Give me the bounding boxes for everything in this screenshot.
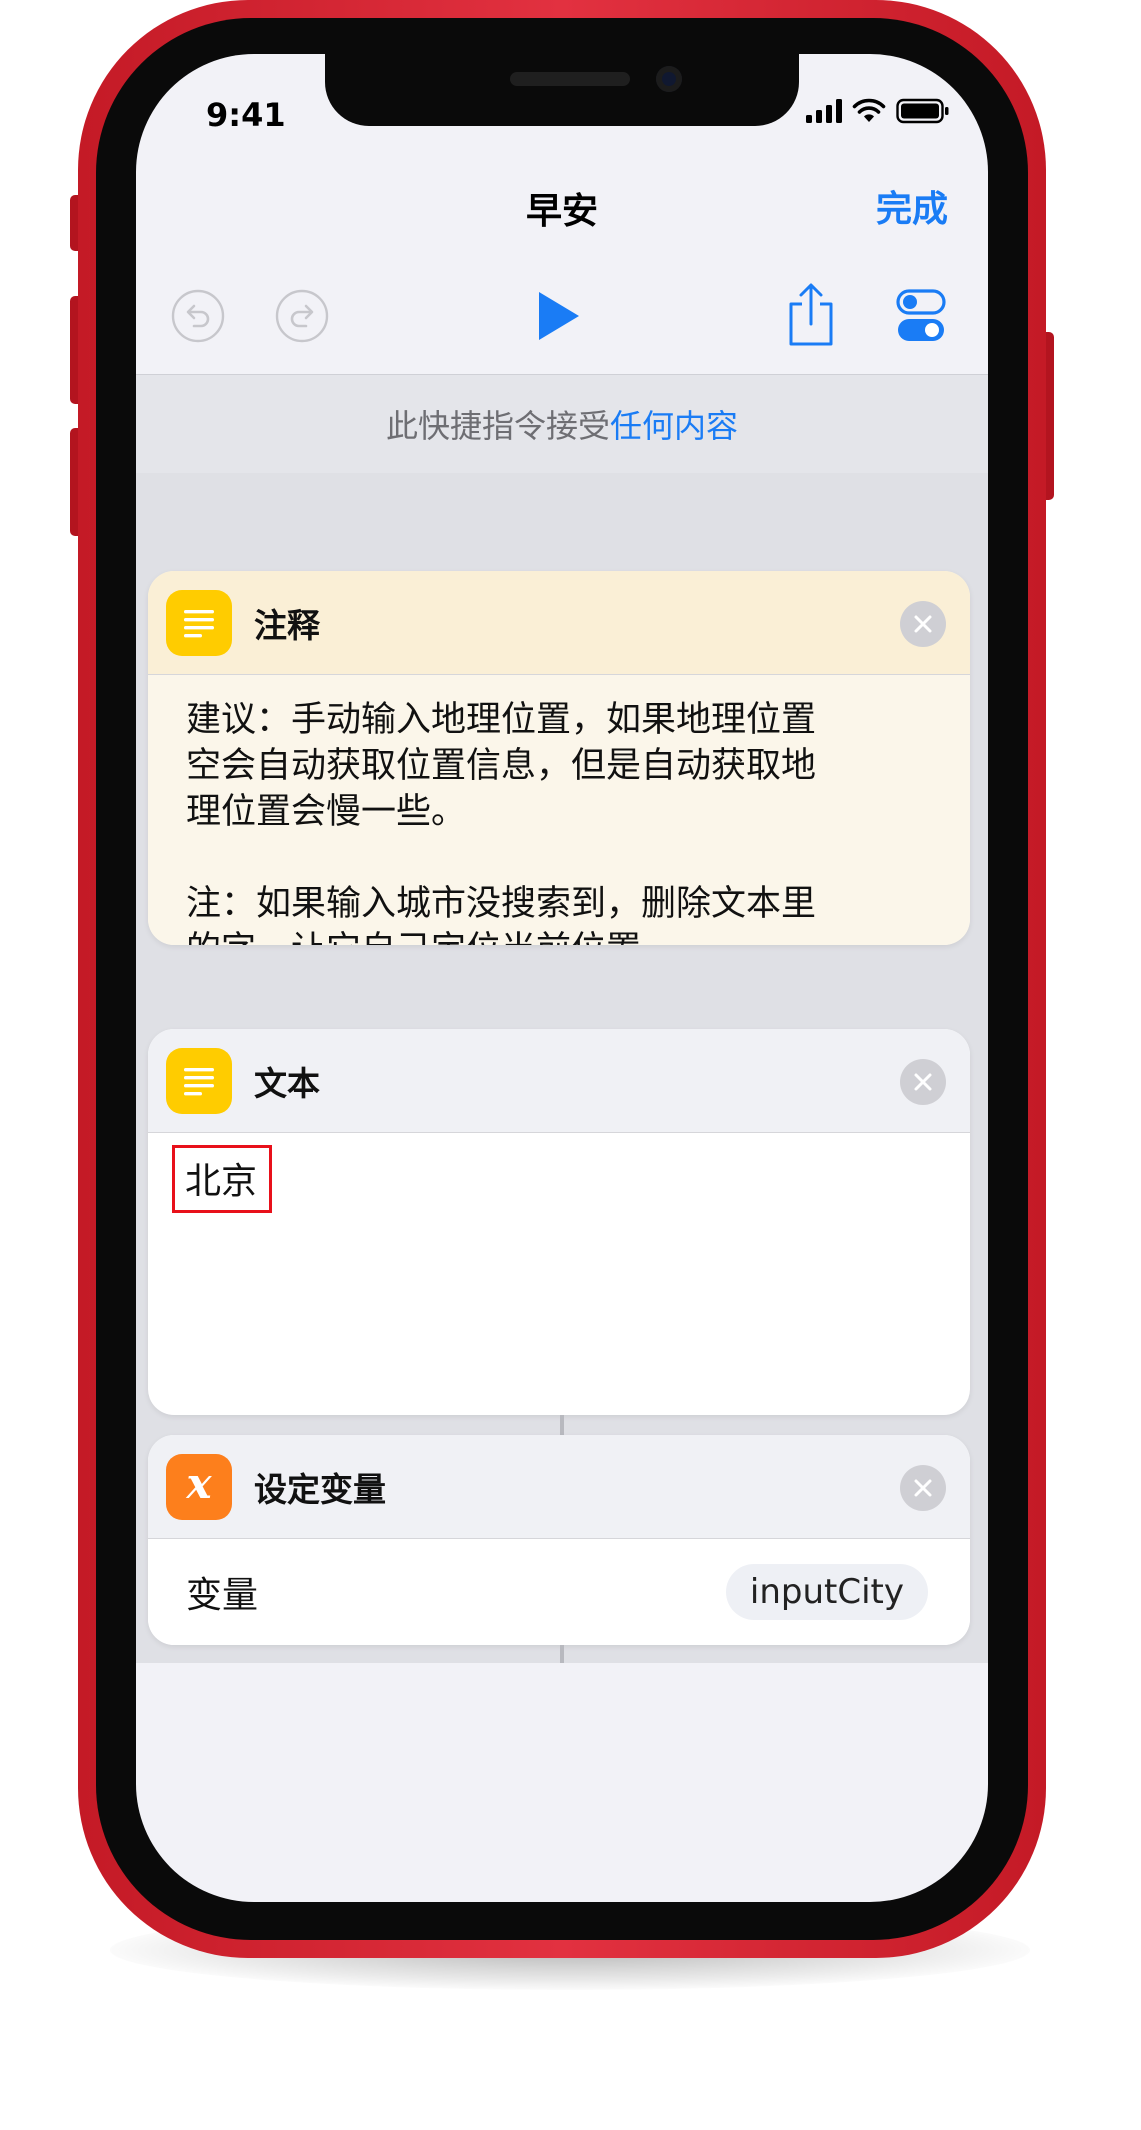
comment-line: 理位置会慢一些。	[186, 792, 467, 832]
remove-action-button[interactable]	[900, 601, 946, 647]
action-connector	[560, 1415, 564, 1435]
actions-canvas: 注释 建议：手动输入地理位置，如果地理位置 空会自动获取位置信息，但是自动获取地…	[136, 473, 988, 1663]
variable-row: 变量 inputCity	[148, 1539, 970, 1645]
variable-name-field[interactable]: inputCity	[725, 1564, 928, 1620]
comment-line: 注：如果输入城市没搜索到，删除文本里	[186, 884, 817, 924]
speaker-grille	[510, 72, 630, 86]
accept-type-link[interactable]: 任何内容	[610, 401, 738, 447]
comment-line: 空会自动获取位置信息，但是自动获取地	[186, 746, 817, 786]
notes-icon	[166, 589, 232, 656]
variable-glyph: x	[186, 1459, 212, 1508]
text-input-value[interactable]: 北京	[172, 1145, 273, 1213]
remove-action-button[interactable]	[900, 1465, 946, 1511]
wifi-icon	[852, 98, 886, 122]
status-time: 9:41	[206, 96, 286, 134]
remove-action-button[interactable]	[900, 1059, 946, 1105]
phone-frame: 9:41 早安 完成 此快捷指令接受 任何内容 注释 建议：手动输入地理位置，如…	[78, 0, 1046, 1958]
input-accept-bar[interactable]: 此快捷指令接受 任何内容	[136, 374, 988, 474]
variable-label: 变量	[186, 1575, 259, 1616]
undo-icon[interactable]	[170, 288, 226, 344]
accept-prefix: 此快捷指令接受	[385, 407, 610, 445]
redo-icon[interactable]	[274, 288, 330, 344]
action-connector	[560, 1645, 564, 1663]
shortcut-title: 早安	[525, 191, 598, 232]
action-header: 文本	[148, 1029, 970, 1133]
comment-line: 的字，让它自己定位当前位置	[186, 927, 932, 945]
status-icons	[806, 98, 950, 124]
action-title: 注释	[254, 605, 320, 645]
action-header: 注释	[148, 571, 970, 675]
front-camera	[656, 66, 682, 92]
done-button[interactable]: 完成	[876, 180, 948, 232]
action-header: x 设定变量	[148, 1435, 970, 1539]
toggle-settings-icon[interactable]	[896, 288, 946, 344]
play-icon[interactable]	[535, 288, 583, 344]
comment-text[interactable]: 建议：手动输入地理位置，如果地理位置 空会自动获取位置信息，但是自动获取地 理位…	[148, 675, 970, 945]
battery-icon	[896, 98, 949, 124]
signal-icon	[806, 99, 842, 123]
comment-line	[186, 835, 932, 881]
action-card-text[interactable]: 文本 北京	[148, 1029, 970, 1415]
notch	[325, 54, 799, 126]
comment-line: 建议：手动输入地理位置，如果地理位置	[186, 700, 817, 740]
action-card-comment[interactable]: 注释 建议：手动输入地理位置，如果地理位置 空会自动获取位置信息，但是自动获取地…	[148, 571, 970, 945]
close-icon	[914, 615, 932, 633]
close-icon	[914, 1073, 932, 1091]
text-icon	[166, 1047, 232, 1114]
screen: 9:41 早安 完成 此快捷指令接受 任何内容 注释 建议：手动输入地理位置，如…	[136, 54, 988, 1902]
action-title: 文本	[254, 1063, 320, 1103]
variable-icon: x	[166, 1453, 232, 1520]
action-card-set-variable[interactable]: x 设定变量 变量 inputCity	[148, 1435, 970, 1645]
share-icon[interactable]	[786, 282, 836, 348]
action-title: 设定变量	[254, 1469, 386, 1509]
close-icon	[914, 1479, 932, 1497]
